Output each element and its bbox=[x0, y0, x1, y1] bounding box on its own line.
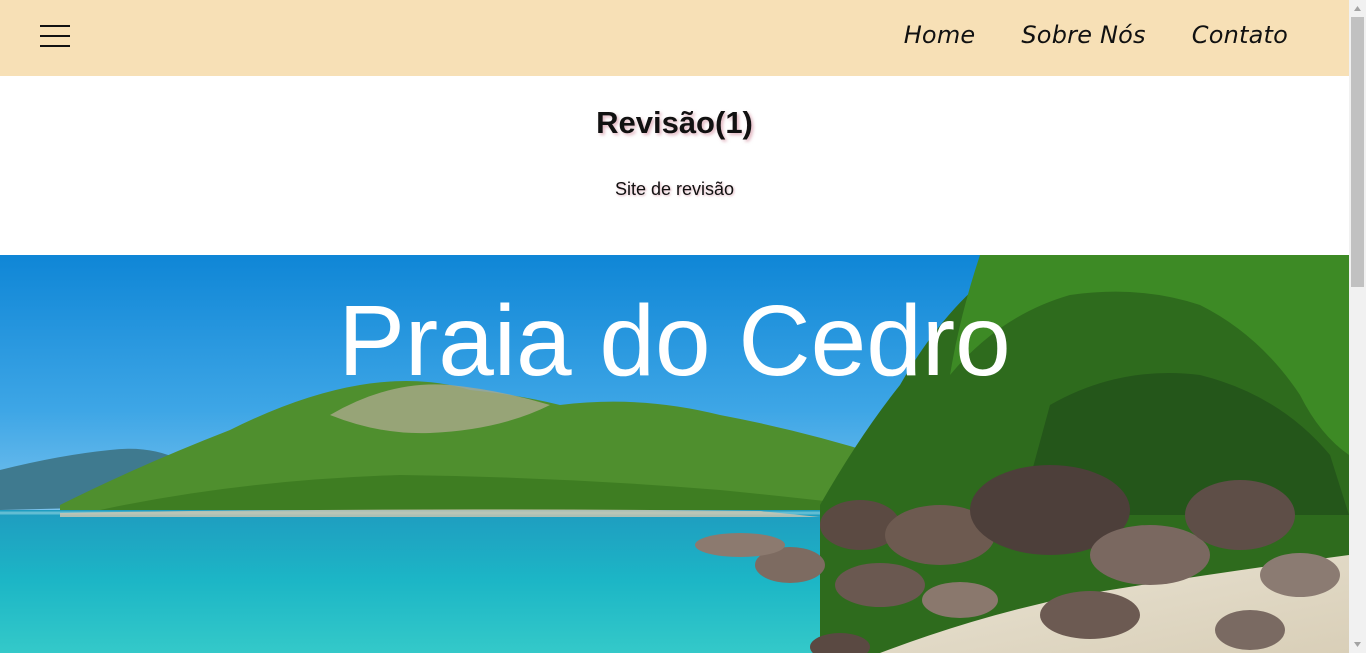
menu-line bbox=[40, 35, 70, 37]
page-subtitle: Site de revisão bbox=[614, 179, 735, 199]
nav-links: Home Sobre Nós Contato bbox=[858, 18, 1288, 52]
menu-line bbox=[40, 45, 70, 47]
hero-title: Praia do Cedro bbox=[338, 285, 1011, 397]
hamburger-menu-icon[interactable] bbox=[40, 25, 70, 47]
scroll-thumb[interactable] bbox=[1351, 17, 1364, 287]
page-title: Revisão(1) bbox=[596, 105, 753, 140]
scroll-down-arrow-icon[interactable] bbox=[1349, 636, 1366, 653]
nav-link-home[interactable]: Home bbox=[904, 18, 976, 52]
nav-link-sobre-nos[interactable]: Sobre Nós bbox=[1021, 18, 1145, 52]
nav-link-contato[interactable]: Contato bbox=[1192, 18, 1288, 52]
navbar: Home Sobre Nós Contato bbox=[0, 0, 1349, 76]
hero-banner: Praia do Cedro bbox=[0, 255, 1349, 653]
page: Home Sobre Nós Contato Revisão(1) Site d… bbox=[0, 0, 1349, 653]
vertical-scrollbar[interactable] bbox=[1349, 0, 1366, 653]
scroll-up-arrow-icon[interactable] bbox=[1349, 0, 1366, 17]
intro-section: Revisão(1) Site de revisão bbox=[0, 76, 1349, 255]
menu-line bbox=[40, 25, 70, 27]
